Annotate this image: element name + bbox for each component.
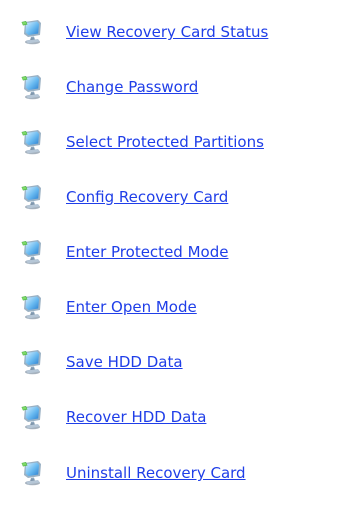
menu-item-select-protected-partitions[interactable]: Select Protected Partitions bbox=[0, 127, 345, 167]
save-hdd-data-link[interactable]: Save HDD Data bbox=[66, 353, 183, 371]
change-password-link[interactable]: Change Password bbox=[66, 78, 198, 96]
computer-network-icon bbox=[20, 129, 44, 155]
computer-network-icon bbox=[20, 349, 44, 375]
menu-item-save-hdd-data[interactable]: Save HDD Data bbox=[0, 347, 345, 387]
menu-item-config-recovery-card[interactable]: Config Recovery Card bbox=[0, 182, 345, 222]
menu-item-enter-protected-mode[interactable]: Enter Protected Mode bbox=[0, 237, 345, 277]
enter-protected-mode-link[interactable]: Enter Protected Mode bbox=[66, 243, 228, 261]
config-recovery-card-link[interactable]: Config Recovery Card bbox=[66, 188, 228, 206]
recovery-card-menu: View Recovery Card Status Change Passwor… bbox=[0, 0, 345, 525]
computer-network-icon bbox=[20, 294, 44, 320]
menu-item-enter-open-mode[interactable]: Enter Open Mode bbox=[0, 292, 345, 332]
menu-item-change-password[interactable]: Change Password bbox=[0, 72, 345, 112]
computer-network-icon bbox=[20, 74, 44, 100]
computer-network-icon bbox=[20, 239, 44, 265]
computer-network-icon bbox=[20, 460, 44, 486]
computer-network-icon bbox=[20, 184, 44, 210]
menu-item-view-recovery-card-status[interactable]: View Recovery Card Status bbox=[0, 17, 345, 57]
computer-network-icon bbox=[20, 19, 44, 45]
computer-network-icon bbox=[20, 404, 44, 430]
view-recovery-card-status-link[interactable]: View Recovery Card Status bbox=[66, 23, 268, 41]
recover-hdd-data-link[interactable]: Recover HDD Data bbox=[66, 408, 206, 426]
uninstall-recovery-card-link[interactable]: Uninstall Recovery Card bbox=[66, 464, 246, 482]
menu-item-uninstall-recovery-card[interactable]: Uninstall Recovery Card bbox=[0, 458, 345, 498]
menu-item-recover-hdd-data[interactable]: Recover HDD Data bbox=[0, 402, 345, 442]
enter-open-mode-link[interactable]: Enter Open Mode bbox=[66, 298, 197, 316]
select-protected-partitions-link[interactable]: Select Protected Partitions bbox=[66, 133, 264, 151]
